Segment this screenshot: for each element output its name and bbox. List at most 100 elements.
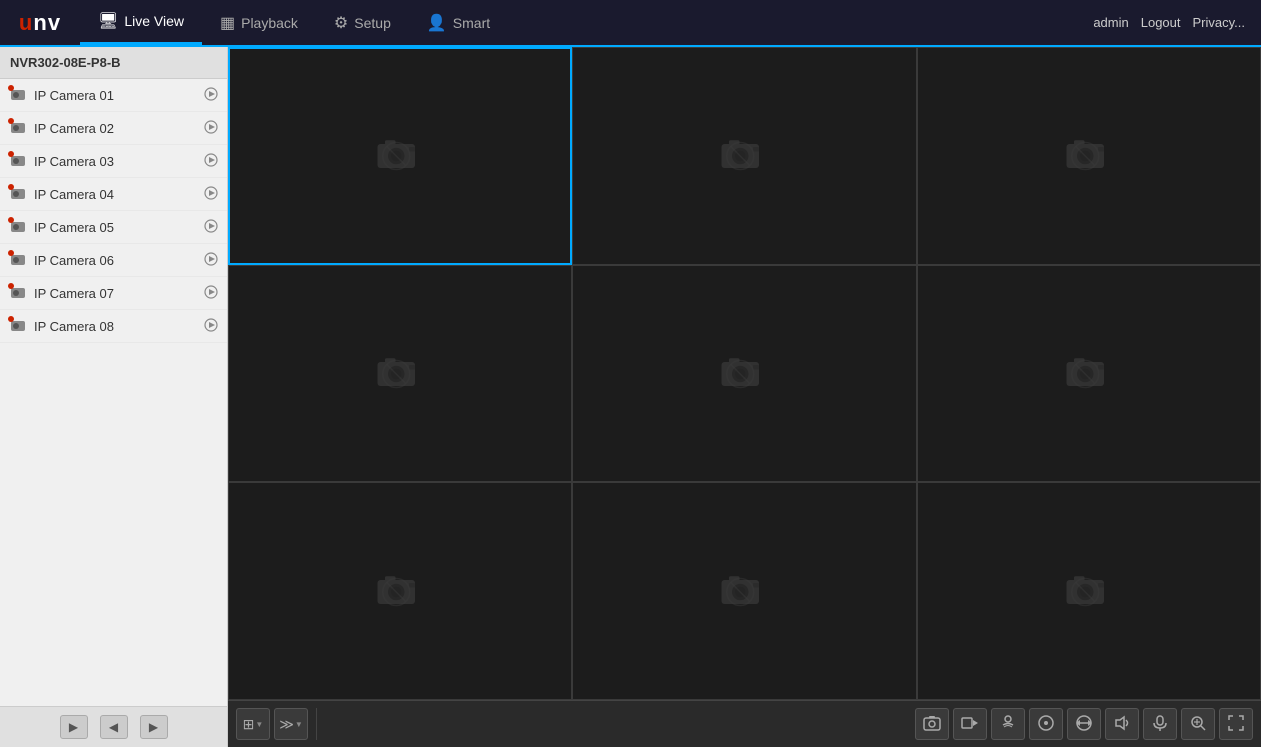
camera-status-icon — [8, 316, 28, 336]
camera-name: IP Camera 02 — [34, 121, 197, 136]
camera-status-icon — [8, 283, 28, 303]
audio-icon — [999, 714, 1017, 735]
camera-item[interactable]: IP Camera 05 — [0, 211, 227, 244]
camera-item[interactable]: IP Camera 02 — [0, 112, 227, 145]
sidebar-play-button[interactable]: ▶ — [60, 715, 88, 739]
camera-item[interactable]: IP Camera 07 — [0, 277, 227, 310]
nav-live-view[interactable]: 🖥 Live View — [80, 0, 202, 45]
camera-item[interactable]: IP Camera 04 — [0, 178, 227, 211]
toolbar-right — [907, 708, 1261, 740]
audio-button[interactable] — [991, 708, 1025, 740]
nav-playback[interactable]: ▦ Playback — [202, 0, 316, 45]
camera-name: IP Camera 03 — [34, 154, 197, 169]
logo: unv — [19, 10, 61, 36]
camera-ctrl-icon[interactable] — [203, 284, 219, 303]
video-cell[interactable] — [917, 482, 1261, 700]
camera-name: IP Camera 06 — [34, 253, 197, 268]
header: unv 🖥 Live View ▦ Playback ⚙ Setup 👤 Sma… — [0, 0, 1261, 47]
camera-placeholder-icon — [1059, 341, 1119, 406]
camera-ctrl-icon[interactable] — [203, 218, 219, 237]
layout-button[interactable]: ⊞ ▼ — [236, 708, 270, 740]
sidebar-title: NVR302-08E-P8-B — [0, 47, 227, 79]
nav-smart-label: Smart — [453, 15, 490, 31]
sidebar-bottom: ▶ ◀ ▶ — [0, 706, 227, 747]
camera-item[interactable]: IP Camera 03 — [0, 145, 227, 178]
camera-placeholder-icon — [1059, 123, 1119, 188]
talkback-icon — [1151, 714, 1169, 735]
header-right: admin Logout Privacy... — [1093, 15, 1261, 30]
flip-button[interactable] — [1067, 708, 1101, 740]
talkback-button[interactable] — [1143, 708, 1177, 740]
main-nav: 🖥 Live View ▦ Playback ⚙ Setup 👤 Smart — [80, 0, 1093, 45]
camera-name: IP Camera 05 — [34, 220, 197, 235]
nav-setup[interactable]: ⚙ Setup — [316, 0, 409, 45]
camera-placeholder-icon — [1059, 559, 1119, 624]
logout-button[interactable]: Logout — [1141, 15, 1181, 30]
sidebar: NVR302-08E-P8-B IP Camera 01 I — [0, 47, 228, 747]
camera-name: IP Camera 08 — [34, 319, 197, 334]
nav-setup-label: Setup — [354, 15, 391, 31]
main-layout: NVR302-08E-P8-B IP Camera 01 I — [0, 47, 1261, 747]
camera-status-icon — [8, 217, 28, 237]
privacy-button[interactable]: Privacy... — [1193, 15, 1246, 30]
digital-zoom-icon — [1189, 714, 1207, 735]
sequence-icon: ≫ — [279, 716, 294, 733]
camera-list: IP Camera 01 IP Camera 02 — [0, 79, 227, 706]
camera-name: IP Camera 04 — [34, 187, 197, 202]
video-cell[interactable] — [228, 265, 572, 483]
nav-live-view-label: Live View — [124, 13, 184, 29]
fullscreen-button[interactable] — [1219, 708, 1253, 740]
volume-icon — [1113, 714, 1131, 735]
layout-dropdown-arrow: ▼ — [255, 720, 263, 729]
camera-item[interactable]: IP Camera 08 — [0, 310, 227, 343]
record-icon — [961, 714, 979, 735]
camera-item[interactable]: IP Camera 06 — [0, 244, 227, 277]
video-cell[interactable] — [572, 265, 916, 483]
camera-name: IP Camera 07 — [34, 286, 197, 301]
camera-placeholder-icon — [714, 341, 774, 406]
video-grid — [228, 47, 1261, 700]
camera-placeholder-icon — [714, 123, 774, 188]
ptz-button[interactable] — [1029, 708, 1063, 740]
video-cell[interactable] — [917, 47, 1261, 265]
record-button[interactable] — [953, 708, 987, 740]
camera-placeholder-icon — [370, 559, 430, 624]
nav-smart[interactable]: 👤 Smart — [409, 0, 508, 45]
sequence-dropdown-arrow: ▼ — [295, 720, 303, 729]
gear-icon: ⚙ — [334, 13, 348, 33]
camera-name: IP Camera 01 — [34, 88, 197, 103]
camera-ctrl-icon[interactable] — [203, 119, 219, 138]
sidebar-prev-button[interactable]: ◀ — [100, 715, 128, 739]
snapshot-button[interactable] — [915, 708, 949, 740]
camera-status-icon — [8, 118, 28, 138]
camera-ctrl-icon[interactable] — [203, 86, 219, 105]
camera-status-icon — [8, 184, 28, 204]
ptz-icon — [1037, 714, 1055, 735]
camera-ctrl-icon[interactable] — [203, 152, 219, 171]
video-area: ⊞ ▼ ≫ ▼ — [228, 47, 1261, 747]
volume-button[interactable] — [1105, 708, 1139, 740]
video-cell[interactable] — [228, 482, 572, 700]
flip-icon — [1075, 714, 1093, 735]
video-cell[interactable] — [572, 482, 916, 700]
camera-status-icon — [8, 85, 28, 105]
video-cell[interactable] — [228, 47, 572, 265]
snapshot-icon — [923, 714, 941, 735]
nav-playback-label: Playback — [241, 15, 298, 31]
camera-item[interactable]: IP Camera 01 — [0, 79, 227, 112]
camera-status-icon — [8, 151, 28, 171]
video-cell[interactable] — [917, 265, 1261, 483]
digital-zoom-button[interactable] — [1181, 708, 1215, 740]
camera-ctrl-icon[interactable] — [203, 185, 219, 204]
sequence-button[interactable]: ≫ ▼ — [274, 708, 308, 740]
camera-placeholder-icon — [370, 123, 430, 188]
bottom-toolbar: ⊞ ▼ ≫ ▼ — [228, 700, 1261, 747]
sidebar-next-button[interactable]: ▶ — [140, 715, 168, 739]
logo-area: unv — [0, 10, 80, 36]
video-cell[interactable] — [572, 47, 916, 265]
fullscreen-icon — [1227, 714, 1245, 735]
camera-ctrl-icon[interactable] — [203, 251, 219, 270]
grid-icon: ⊞ — [243, 716, 255, 733]
camera-ctrl-icon[interactable] — [203, 317, 219, 336]
camera-status-icon — [8, 250, 28, 270]
